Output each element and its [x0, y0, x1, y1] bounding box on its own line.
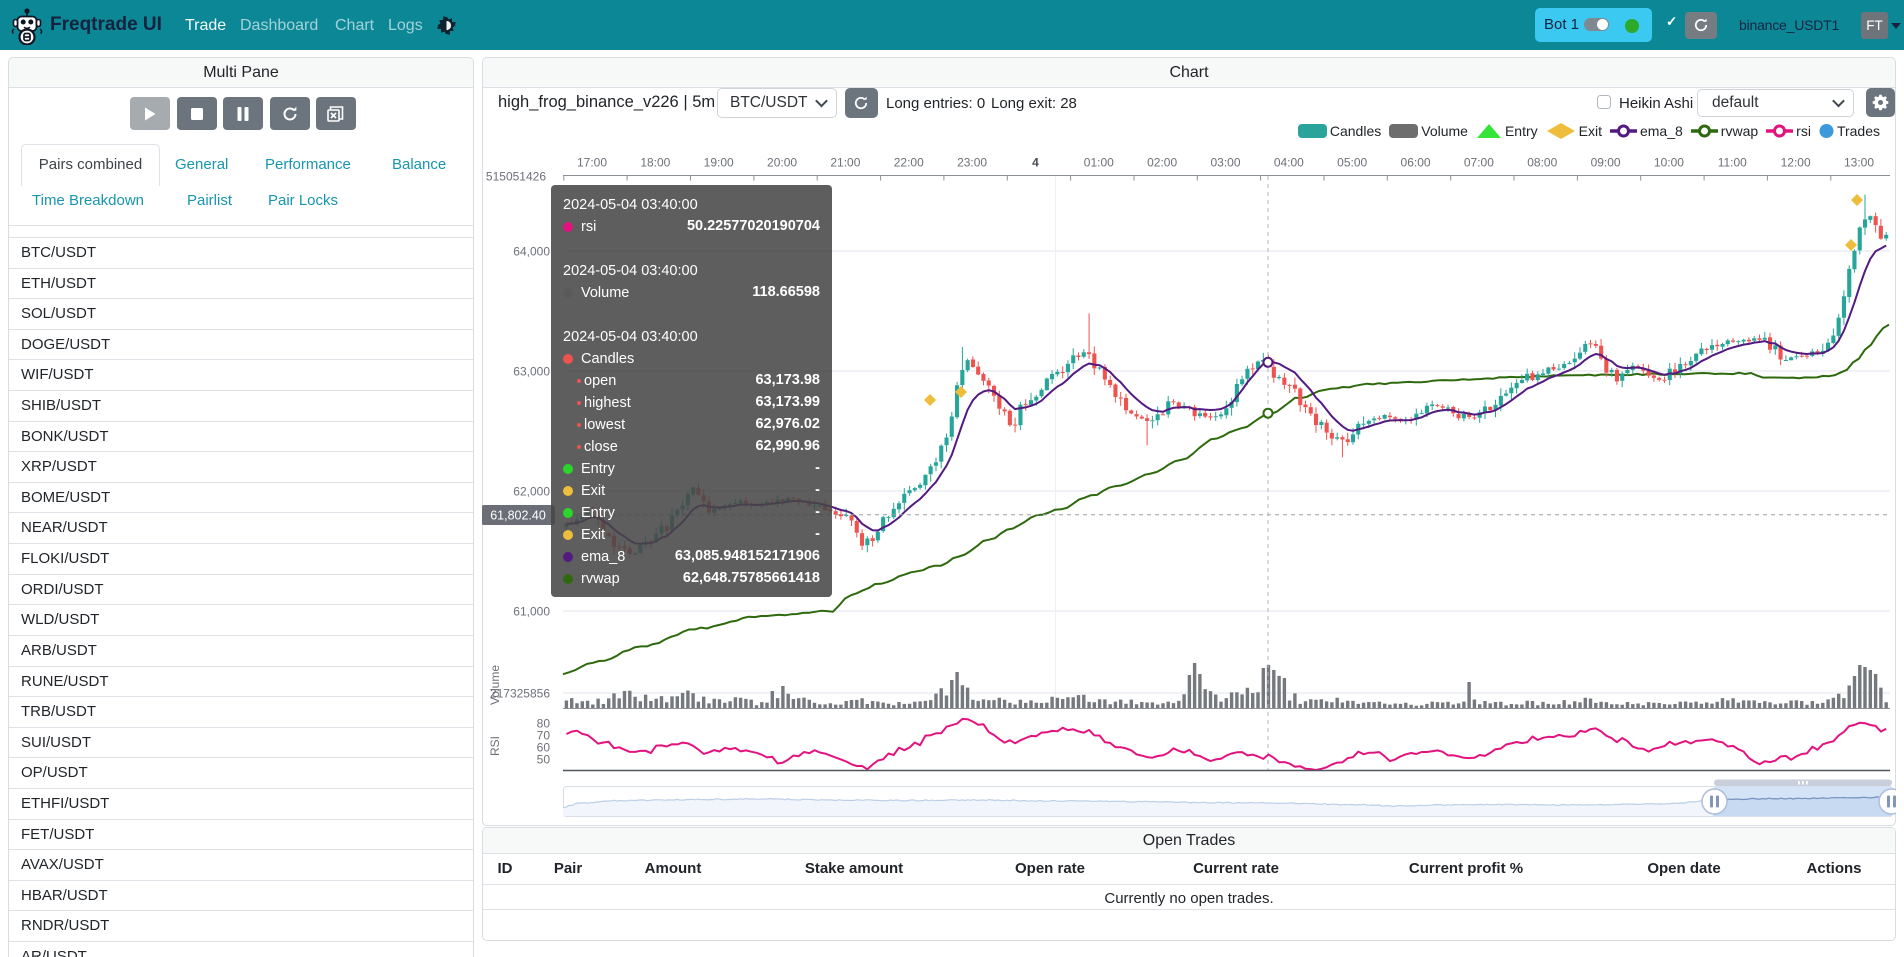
svg-text:21:00: 21:00: [830, 156, 860, 170]
svg-text:18:00: 18:00: [640, 156, 670, 170]
svg-text:19:00: 19:00: [704, 156, 734, 170]
svg-text:515051426: 515051426: [486, 170, 546, 184]
svg-text:08:00: 08:00: [1527, 156, 1557, 170]
svg-text:61,802.40: 61,802.40: [490, 509, 546, 523]
svg-text:05:00: 05:00: [1337, 156, 1367, 170]
svg-text:04:00: 04:00: [1274, 156, 1304, 170]
svg-text:01:00: 01:00: [1084, 156, 1114, 170]
svg-text:02:00: 02:00: [1147, 156, 1177, 170]
svg-text:Volume: Volume: [488, 665, 502, 705]
svg-text:11:00: 11:00: [1718, 156, 1747, 170]
svg-text:10:00: 10:00: [1654, 156, 1684, 170]
svg-text:20:00: 20:00: [767, 156, 797, 170]
svg-text:03:00: 03:00: [1210, 156, 1240, 170]
svg-text:06:00: 06:00: [1401, 156, 1431, 170]
svg-text:62,000: 62,000: [513, 485, 550, 499]
svg-text:22:00: 22:00: [894, 156, 924, 170]
svg-text:61,000: 61,000: [513, 605, 550, 619]
svg-text:4: 4: [1032, 156, 1039, 170]
svg-text:07:00: 07:00: [1464, 156, 1494, 170]
svg-text:09:00: 09:00: [1591, 156, 1621, 170]
svg-text:64,000: 64,000: [513, 245, 550, 259]
svg-text:63,000: 63,000: [513, 365, 550, 379]
svg-text:13:00: 13:00: [1844, 156, 1874, 170]
svg-text:17:00: 17:00: [577, 156, 607, 170]
svg-text:RSI: RSI: [488, 736, 502, 756]
svg-text:50: 50: [537, 752, 551, 766]
svg-text:12:00: 12:00: [1781, 156, 1811, 170]
svg-text:23:00: 23:00: [957, 156, 987, 170]
